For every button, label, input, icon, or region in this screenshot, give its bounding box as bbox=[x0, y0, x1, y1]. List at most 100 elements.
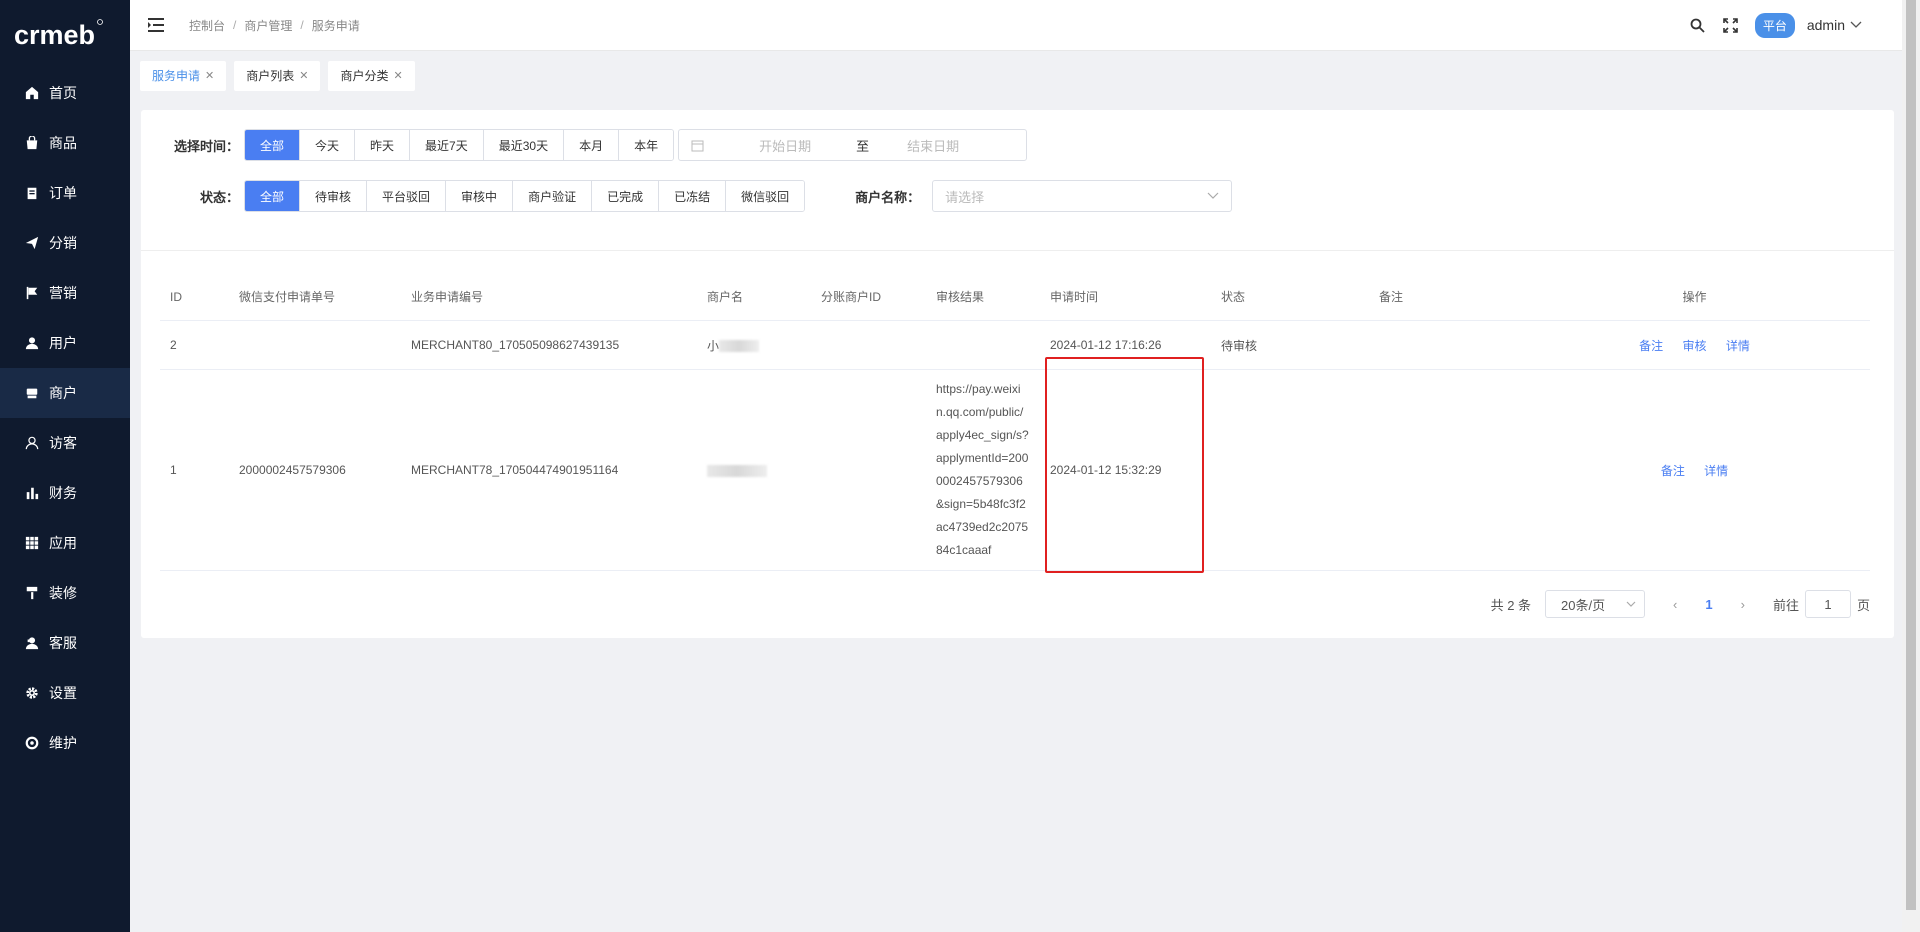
sidebar-item-10[interactable]: 装修 bbox=[0, 568, 130, 618]
cell-id: 1 bbox=[170, 463, 177, 477]
breadcrumb-item[interactable]: 商户管理 bbox=[244, 17, 292, 34]
status-filter-option[interactable]: 已冻结 bbox=[659, 181, 727, 211]
status-filter-option[interactable]: 待审核 bbox=[300, 181, 368, 211]
scrollbar[interactable] bbox=[1902, 0, 1920, 932]
remark-link[interactable]: 备注 bbox=[1661, 464, 1685, 478]
sidebar-item-12[interactable]: 设置 bbox=[0, 668, 130, 718]
tab-merchant-list[interactable]: 商户列表 ✕ bbox=[234, 60, 321, 91]
date-range-picker[interactable]: 开始日期 至 结束日期 bbox=[678, 129, 1028, 161]
status-filter-row: 状态： 全部 待审核 平台驳回 审核中 商户验证 已完成 已冻结 微信驳回 商户名称： 请选择 bbox=[141, 180, 1233, 212]
tab-label: 服务申请 bbox=[152, 69, 201, 83]
status-filter-label: 状态： bbox=[199, 189, 239, 205]
time-filter-option[interactable]: 最近30天 bbox=[483, 130, 565, 160]
bar-chart-icon bbox=[24, 485, 40, 501]
goto-label: 前往 bbox=[1772, 597, 1799, 613]
lifebuoy-icon bbox=[24, 735, 40, 751]
date-start-input[interactable]: 开始日期 bbox=[759, 136, 811, 155]
detail-link[interactable]: 详情 bbox=[1726, 339, 1750, 353]
blurred-text bbox=[707, 464, 767, 477]
total-count: 共 2 条 bbox=[1490, 597, 1532, 613]
status-button-group: 全部 待审核 平台驳回 审核中 商户验证 已完成 已冻结 微信驳回 bbox=[244, 180, 806, 212]
fullscreen-icon[interactable] bbox=[1722, 16, 1740, 34]
next-page-icon[interactable]: › bbox=[1741, 597, 1745, 612]
status-filter-option[interactable]: 审核中 bbox=[446, 181, 514, 211]
tab-merchant-category[interactable]: 商户分类 ✕ bbox=[328, 60, 415, 91]
close-icon[interactable]: ✕ bbox=[205, 69, 214, 82]
sidebar-item-8[interactable]: 财务 bbox=[0, 468, 130, 518]
result-url-line: &sign=5b48fc3f2 bbox=[936, 497, 1026, 511]
sidebar-item-label: 用户 bbox=[49, 335, 77, 351]
close-icon[interactable]: ✕ bbox=[393, 69, 402, 82]
sidebar-item-6[interactable]: 商户 bbox=[0, 368, 130, 418]
sidebar-item-2[interactable]: 订单 bbox=[0, 168, 130, 218]
flag-icon bbox=[24, 285, 40, 301]
menu-fold-icon[interactable] bbox=[147, 16, 165, 34]
time-filter-label: 选择时间： bbox=[173, 138, 239, 154]
user-menu[interactable]: admin bbox=[1807, 17, 1862, 33]
sidebar-item-9[interactable]: 应用 bbox=[0, 518, 130, 568]
merchant-select[interactable]: 请选择 bbox=[932, 180, 1233, 212]
status-filter-option[interactable]: 平台驳回 bbox=[367, 181, 447, 211]
cell-result: https://pay.weixi n.qq.com/public/apply4e… bbox=[926, 378, 1040, 562]
close-icon[interactable]: ✕ bbox=[299, 69, 308, 82]
page-size-select[interactable]: 20条/页 bbox=[1545, 590, 1646, 618]
page-number[interactable]: 1 bbox=[1705, 597, 1712, 612]
cell-biz-no: MERCHANT80_170505098627439135 bbox=[411, 338, 620, 352]
tab-label: 商户列表 bbox=[246, 69, 295, 83]
col-header: 状态 bbox=[1221, 290, 1246, 304]
paint-roller-icon bbox=[24, 585, 40, 601]
review-link[interactable]: 审核 bbox=[1682, 339, 1706, 353]
col-header: 业务申请编号 bbox=[411, 290, 484, 304]
breadcrumb: 控制台 / 商户管理 / 服务申请 bbox=[189, 17, 360, 34]
time-filter-option[interactable]: 昨天 bbox=[355, 130, 411, 160]
top-header: 控制台 / 商户管理 / 服务申请 平台 admin bbox=[130, 0, 1902, 51]
prev-page-icon[interactable]: ‹ bbox=[1673, 597, 1677, 612]
logo[interactable]: crmeb bbox=[0, 0, 130, 68]
sidebar-item-1[interactable]: 商品 bbox=[0, 118, 130, 168]
blurred-text bbox=[719, 340, 760, 353]
search-icon[interactable] bbox=[1689, 16, 1707, 34]
sidebar-item-0[interactable]: 首页 bbox=[0, 68, 130, 118]
chevron-down-icon bbox=[1626, 601, 1636, 607]
col-header: 操作 bbox=[1682, 290, 1707, 304]
remark-link[interactable]: 备注 bbox=[1639, 339, 1663, 353]
sidebar-item-label: 装修 bbox=[49, 585, 77, 601]
time-filter-option[interactable]: 最近7天 bbox=[410, 130, 484, 160]
sidebar-item-5[interactable]: 用户 bbox=[0, 318, 130, 368]
send-icon bbox=[24, 235, 40, 251]
sidebar-item-3[interactable]: 分销 bbox=[0, 218, 130, 268]
time-filter-option[interactable]: 今天 bbox=[300, 130, 356, 160]
gear-icon bbox=[24, 685, 40, 701]
result-url-line: n.qq.com/public/ bbox=[936, 405, 1024, 419]
sidebar-item-label: 应用 bbox=[49, 535, 77, 551]
visitor-icon bbox=[24, 435, 40, 451]
time-filter-option[interactable]: 本月 bbox=[564, 130, 620, 160]
sidebar-item-13[interactable]: 维护 bbox=[0, 718, 130, 768]
divider bbox=[141, 250, 1894, 251]
merchant-select-placeholder: 请选择 bbox=[945, 189, 985, 205]
store-icon bbox=[24, 385, 40, 401]
col-header: 申请时间 bbox=[1050, 290, 1099, 304]
sidebar-item-label: 设置 bbox=[49, 685, 77, 701]
goto-page-input[interactable]: 1 bbox=[1804, 590, 1851, 618]
cell-status: 待审核 bbox=[1221, 338, 1258, 353]
result-url-line: ac4739ed2c2075 bbox=[936, 520, 1029, 534]
sidebar-item-7[interactable]: 访客 bbox=[0, 418, 130, 468]
status-filter-option[interactable]: 商户验证 bbox=[513, 181, 593, 211]
breadcrumb-item[interactable]: 控制台 bbox=[189, 17, 225, 34]
clipboard-icon bbox=[24, 185, 40, 201]
sidebar-item-4[interactable]: 营销 bbox=[0, 268, 130, 318]
time-filter-option[interactable]: 本年 bbox=[619, 130, 674, 160]
tab-service-apply[interactable]: 服务申请 ✕ bbox=[140, 60, 227, 91]
merchant-name: 小 bbox=[707, 338, 720, 353]
detail-link[interactable]: 详情 bbox=[1704, 464, 1728, 478]
table-row: 1 2000002457579306 MERCHANT78_1705044749… bbox=[160, 370, 1870, 571]
time-filter-option[interactable]: 全部 bbox=[245, 130, 301, 160]
status-filter-option[interactable]: 全部 bbox=[245, 181, 301, 211]
date-end-input[interactable]: 结束日期 bbox=[907, 136, 959, 155]
sidebar-item-11[interactable]: 客服 bbox=[0, 618, 130, 668]
status-filter-option[interactable]: 已完成 bbox=[592, 181, 660, 211]
cell-time: 2024-01-12 17:16:26 bbox=[1050, 338, 1162, 352]
status-filter-option[interactable]: 微信驳回 bbox=[726, 181, 805, 211]
sidebar-item-label: 维护 bbox=[49, 735, 77, 751]
